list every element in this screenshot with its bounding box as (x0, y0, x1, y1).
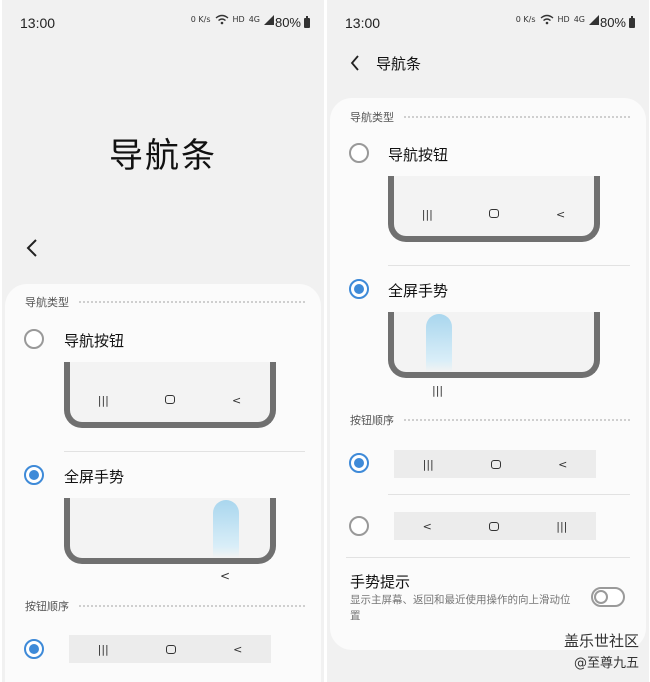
speed-indicator: 0 K/s (190, 15, 211, 24)
option-label-full-screen-gestures: 全屏手势 (64, 468, 125, 486)
nav-buttons-preview: ||| < (388, 176, 600, 242)
settings-card: 导航类型 导航按钮 ||| < 全屏手势 < 按钮顺序 ||| < (5, 284, 321, 682)
home-icon (165, 644, 176, 654)
home-icon (164, 394, 175, 404)
back-icon: < (232, 393, 242, 407)
status-time: 13:00 (20, 15, 56, 31)
order-option-1[interactable]: ||| < (394, 450, 596, 478)
recents-icon: ||| (422, 457, 434, 471)
divider (346, 557, 630, 558)
battery-percent: 80% (274, 15, 301, 30)
watermark-author: @至尊九五 (573, 656, 639, 671)
radio-full-screen-gestures[interactable] (349, 279, 369, 299)
back-icon: < (233, 642, 243, 656)
hd-indicator: HD (232, 15, 245, 24)
recents-icon: ||| (421, 207, 433, 221)
right-screen: 13:00 0 K/s HD 4G 80% 导航条 导航类型 导航按钮 ||| … (327, 0, 649, 682)
radio-nav-buttons[interactable] (24, 329, 44, 349)
section-header-type: 导航类型 (350, 109, 630, 125)
radio-order-2[interactable] (349, 516, 369, 536)
speed-indicator: 0 K/s (515, 15, 536, 24)
header-title: 导航条 (376, 55, 422, 73)
radio-order-1[interactable] (24, 639, 44, 659)
signal-icon (589, 14, 599, 25)
gesture-hint-pill (213, 500, 239, 558)
order-option-1[interactable]: ||| < (69, 635, 271, 663)
wifi-icon (540, 14, 553, 25)
battery-icon (304, 15, 310, 28)
battery-status: 80% (600, 15, 635, 30)
preview-navbar: ||| < (70, 387, 270, 413)
gesture-hint-description: 显示主屏幕、返回和最近使用操作的向上滑动位置 (350, 594, 571, 622)
back-arrow-icon[interactable] (20, 236, 44, 260)
back-icon: < (422, 519, 432, 533)
left-screen: 13:00 0 K/s HD 4G 80% 导航条 导航类型 导航按钮 ||| … (2, 0, 324, 682)
radio-nav-buttons[interactable] (349, 143, 369, 163)
option-label-full-screen-gestures: 全屏手势 (388, 282, 449, 300)
order-option-2[interactable]: < ||| (394, 512, 596, 540)
wifi-icon (215, 14, 228, 25)
gestures-preview (64, 498, 276, 564)
status-bar: 13:00 0 K/s HD 4G 80% (327, 0, 649, 44)
recents-icon: ||| (556, 519, 568, 533)
back-icon: < (558, 457, 568, 471)
status-icons: 0 K/s HD 4G (191, 14, 274, 25)
home-icon (489, 521, 500, 531)
network-indicator: 4G (573, 15, 585, 24)
status-time: 13:00 (345, 15, 381, 31)
watermark-brand: 盖乐世社区 (563, 632, 639, 650)
network-indicator: 4G (248, 15, 260, 24)
preview-navbar: ||| < (394, 201, 594, 227)
back-icon: < (556, 207, 566, 221)
option-label-nav-buttons: 导航按钮 (388, 146, 449, 164)
section-header-order: 按钮顺序 (350, 412, 630, 428)
section-label: 导航类型 (25, 296, 69, 309)
radio-full-screen-gestures[interactable] (24, 465, 44, 485)
section-header-type: 导航类型 (25, 294, 305, 310)
hd-indicator: HD (557, 15, 570, 24)
nav-buttons-preview: ||| < (64, 362, 276, 428)
signal-icon (264, 14, 274, 25)
settings-card: 导航类型 导航按钮 ||| < 全屏手势 ||| 按钮顺序 ||| < < ||… (330, 98, 646, 650)
gesture-hint-pill (426, 314, 452, 372)
status-bar: 13:00 0 K/s HD 4G 80% (2, 0, 324, 44)
radio-order-1[interactable] (349, 453, 369, 473)
divider (388, 494, 630, 495)
divider (388, 265, 630, 266)
section-label: 导航类型 (350, 111, 394, 124)
home-icon (488, 208, 499, 218)
battery-percent: 80% (599, 15, 626, 30)
status-icons: 0 K/s HD 4G (516, 14, 599, 25)
divider (64, 451, 305, 452)
section-label: 按钮顺序 (350, 414, 394, 427)
gestures-preview (388, 312, 600, 378)
recents-icon: ||| (97, 393, 109, 407)
page-title: 导航条 (109, 136, 217, 176)
home-icon (490, 459, 501, 469)
recents-icon: ||| (97, 642, 109, 656)
section-label: 按钮顺序 (25, 600, 69, 613)
recents-icon: ||| (432, 384, 444, 397)
option-label-nav-buttons: 导航按钮 (64, 332, 125, 350)
battery-icon (629, 15, 635, 28)
battery-status: 80% (275, 15, 310, 30)
back-arrow-icon[interactable] (343, 51, 367, 75)
back-icon: < (220, 569, 231, 583)
section-header-order: 按钮顺序 (25, 598, 305, 614)
gesture-hint-title: 手势提示 (350, 573, 411, 591)
gesture-hint-toggle[interactable] (591, 587, 625, 607)
